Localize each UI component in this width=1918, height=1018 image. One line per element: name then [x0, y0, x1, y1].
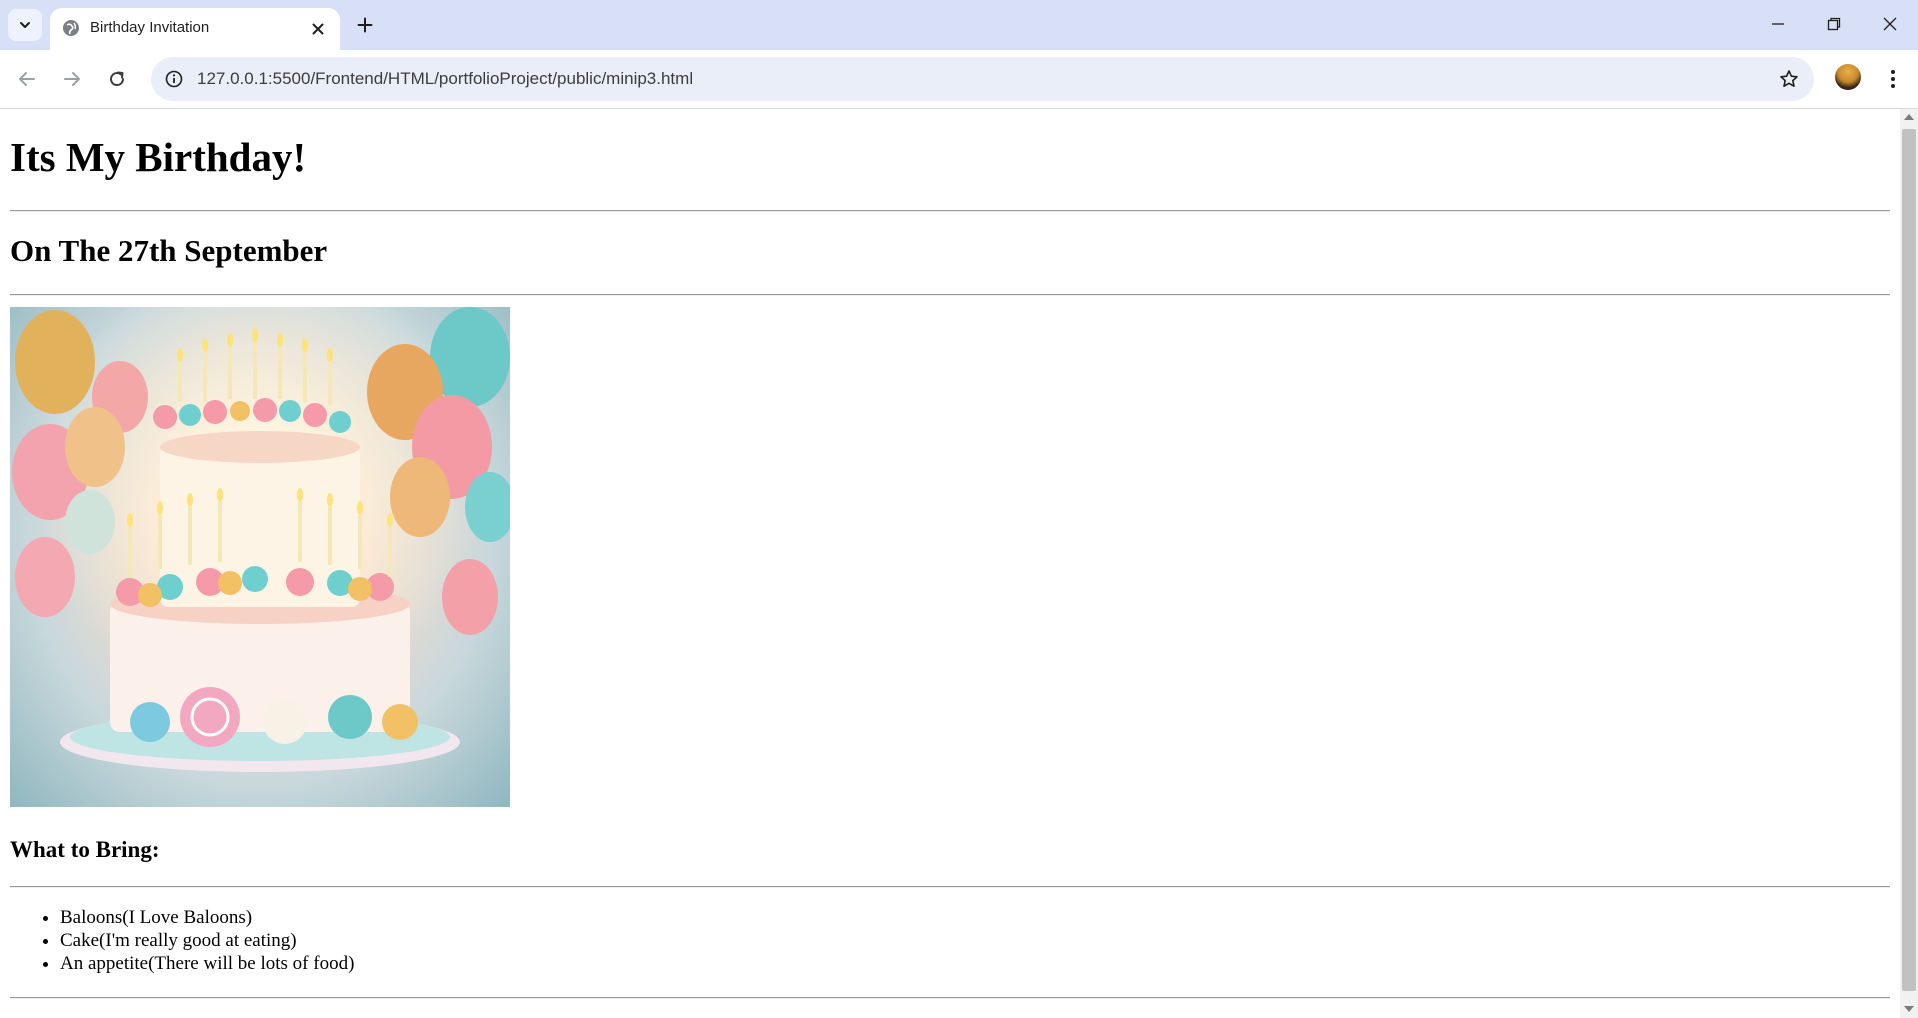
- chevron-down-icon: [20, 22, 30, 28]
- tab-close-button[interactable]: [308, 19, 328, 39]
- cake-illustration: [10, 307, 510, 807]
- plus-icon: [357, 17, 373, 33]
- restore-icon: [1827, 17, 1841, 31]
- active-tab[interactable]: Birthday Invitation: [50, 8, 340, 50]
- birthday-cake-image: [10, 307, 510, 807]
- new-tab-button[interactable]: [352, 12, 378, 38]
- address-bar[interactable]: 127.0.0.1:5500/Frontend/HTML/portfolioPr…: [151, 57, 1814, 101]
- what-to-bring-heading: What to Bring:: [10, 837, 160, 862]
- page-content: Its My Birthday! On The 27th September W…: [0, 109, 1900, 1018]
- globe-icon: [63, 20, 79, 36]
- close-icon: [312, 23, 324, 35]
- back-arrow-icon: [19, 72, 35, 86]
- minimize-button[interactable]: [1758, 8, 1798, 40]
- page-title: Its My Birthday!: [10, 134, 307, 180]
- tab-search-button[interactable]: [8, 9, 42, 41]
- divider: [10, 210, 1890, 212]
- vertical-scrollbar[interactable]: [1900, 109, 1918, 1018]
- date-heading: On The 27th September: [10, 233, 328, 268]
- divider: [10, 294, 1890, 296]
- forward-arrow-icon: [64, 72, 80, 86]
- restore-button[interactable]: [1814, 8, 1854, 40]
- window-close-button[interactable]: [1870, 8, 1910, 40]
- bring-list: Baloons(I Love Baloons) Cake(I'm really …: [10, 906, 354, 975]
- reload-button[interactable]: [101, 63, 133, 95]
- profile-avatar[interactable]: [1835, 64, 1861, 90]
- tab-strip: Birthday Invitation: [0, 0, 1918, 50]
- list-item: Cake(I'm really good at eating): [60, 929, 354, 952]
- bookmark-button[interactable]: [1778, 68, 1800, 90]
- tab-title: Birthday Invitation: [90, 19, 210, 36]
- scroll-thumb[interactable]: [1902, 129, 1916, 991]
- site-info-button[interactable]: [163, 68, 185, 90]
- browser-menu-button[interactable]: [1880, 63, 1906, 95]
- url-text: 127.0.0.1:5500/Frontend/HTML/portfolioPr…: [197, 69, 694, 88]
- reload-icon: [110, 71, 125, 87]
- scroll-up-arrow-icon[interactable]: [1904, 114, 1914, 120]
- info-icon: [165, 70, 183, 88]
- close-icon: [1883, 17, 1897, 31]
- list-item: Baloons(I Love Baloons): [60, 906, 354, 929]
- star-icon: [1780, 70, 1798, 87]
- forward-button[interactable]: [56, 63, 88, 95]
- back-button[interactable]: [11, 63, 43, 95]
- divider: [10, 886, 1890, 888]
- browser-toolbar: 127.0.0.1:5500/Frontend/HTML/portfolioPr…: [0, 50, 1918, 109]
- divider: [10, 997, 1890, 999]
- scroll-down-arrow-icon[interactable]: [1904, 1006, 1914, 1012]
- minimize-icon: [1772, 23, 1784, 25]
- list-item: An appetite(There will be lots of food): [60, 952, 354, 975]
- kebab-menu-icon: [1891, 70, 1895, 88]
